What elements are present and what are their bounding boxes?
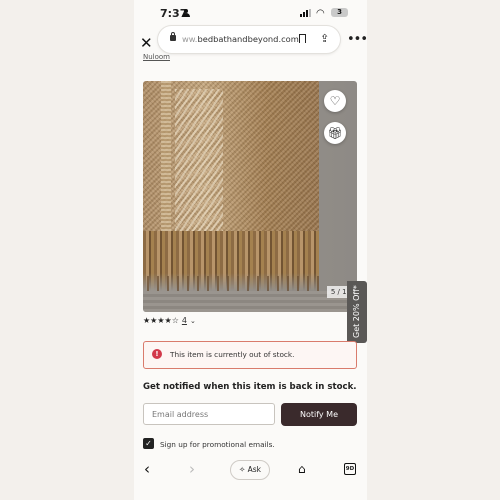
- chevron-down-icon: ⌄: [189, 317, 196, 325]
- alert-text: This item is currently out of stock.: [170, 350, 295, 359]
- product-rating[interactable]: ★★★★☆ 4 ⌄: [143, 316, 196, 325]
- battery-icon: 3: [331, 8, 348, 17]
- url-text: ww.bedbathandbeyond.com: [182, 34, 299, 44]
- lock-icon: [170, 32, 176, 41]
- notify-heading: Get notified when this item is back in s…: [143, 382, 357, 392]
- promo-emails-checkbox[interactable]: ✓: [143, 438, 154, 449]
- rating-stars: ★★★★☆: [143, 316, 179, 325]
- out-of-stock-alert: ! This item is currently out of stock.: [143, 341, 357, 369]
- notify-me-button[interactable]: Notify Me: [281, 403, 357, 426]
- more-icon[interactable]: •••: [347, 32, 367, 47]
- home-icon[interactable]: ⌂: [298, 462, 306, 476]
- browser-toolbar: ‹ › ✧ Ask ⌂ 9D: [134, 455, 367, 485]
- close-icon[interactable]: ✕: [140, 34, 153, 52]
- heart-icon[interactable]: ♡: [324, 90, 346, 112]
- forward-icon[interactable]: ›: [189, 460, 195, 478]
- alert-icon: !: [152, 349, 162, 359]
- phone-screen: 7:37 ◠ 3 ✕ ww.bedbathandbeyond.com ⇪ •••…: [134, 0, 367, 500]
- review-count[interactable]: 4: [182, 316, 187, 325]
- share-icon[interactable]: ⇪: [320, 32, 329, 45]
- gift-icon[interactable]: 🎁︎: [324, 122, 346, 144]
- ask-button[interactable]: ✧ Ask: [230, 460, 270, 480]
- status-bar: 7:37 ◠ 3: [134, 0, 367, 26]
- person-icon: [182, 9, 190, 17]
- brand-link[interactable]: Nuloom: [143, 53, 170, 61]
- wifi-icon: ◠: [316, 8, 325, 19]
- tabs-icon[interactable]: 9D: [344, 463, 356, 475]
- bookmark-icon[interactable]: [299, 34, 306, 43]
- back-icon[interactable]: ‹: [144, 460, 150, 478]
- address-bar[interactable]: ww.bedbathandbeyond.com ⇪: [158, 26, 340, 53]
- promo-tab[interactable]: Get 20% Off*: [347, 281, 367, 343]
- rug-photo: [143, 81, 319, 243]
- email-field[interactable]: [143, 403, 275, 425]
- product-image[interactable]: ♡ 🎁︎ 5 / 16: [143, 81, 357, 312]
- promo-emails-label: Sign up for promotional emails.: [160, 440, 275, 449]
- floor: [143, 291, 357, 312]
